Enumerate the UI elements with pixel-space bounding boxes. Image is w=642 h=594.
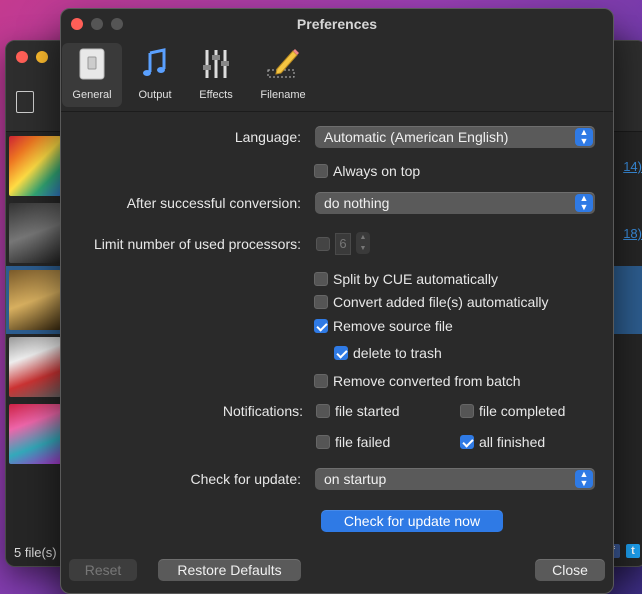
tab-general-label: General	[72, 89, 112, 101]
check-update-now-button[interactable]: Check for update now	[321, 510, 503, 532]
stepper-up-icon[interactable]: ▲	[356, 232, 370, 243]
checkbox-box[interactable]	[460, 404, 474, 418]
delete-trash-label: delete to trash	[353, 345, 442, 361]
music-note-icon	[137, 47, 173, 81]
checkbox-box[interactable]	[314, 374, 328, 388]
convert-added-label: Convert added file(s) automatically	[333, 294, 549, 310]
language-label: Language:	[234, 129, 301, 145]
file-failed-label: file failed	[335, 434, 391, 450]
close-button[interactable]: Close	[535, 559, 605, 581]
title-bar: Preferences	[61, 9, 613, 39]
after-conversion-popup[interactable]: do nothing ▲ ▼	[315, 192, 595, 214]
album-art[interactable]	[9, 270, 61, 330]
checkbox-box[interactable]	[314, 295, 328, 309]
split-cue-label: Split by CUE automatically	[333, 271, 498, 287]
language-popup[interactable]: Automatic (American English) ▲ ▼	[315, 126, 595, 148]
file-completed-label: file completed	[479, 403, 566, 419]
tab-effects[interactable]: Effects	[186, 43, 246, 107]
checkbox-box[interactable]	[314, 272, 328, 286]
remove-converted-label: Remove converted from batch	[333, 373, 521, 389]
album-art[interactable]	[9, 404, 61, 464]
chevron-updown-icon: ▲ ▼	[575, 128, 593, 146]
tab-general[interactable]: General	[62, 43, 122, 107]
file-count-status: 5 file(s)	[14, 545, 57, 560]
check-update-value: on startup	[324, 471, 387, 487]
album-art[interactable]	[9, 337, 61, 397]
stepper-down-icon[interactable]: ▼	[356, 243, 370, 254]
checkbox-box[interactable]	[316, 435, 330, 449]
tab-effects-label: Effects	[199, 89, 233, 101]
bg-minimize-light[interactable]	[36, 51, 48, 63]
language-value: Automatic (American English)	[324, 129, 509, 145]
tab-output[interactable]: Output	[125, 43, 185, 107]
general-icon	[74, 47, 110, 81]
checkbox-box[interactable]	[316, 237, 330, 251]
restore-defaults-button[interactable]: Restore Defaults	[158, 559, 301, 581]
album-art[interactable]	[9, 203, 61, 263]
tab-output-label: Output	[138, 89, 172, 101]
processors-label: Limit number of used processors:	[94, 236, 301, 252]
notifications-label: Notifications:	[222, 403, 303, 419]
after-conversion-value: do nothing	[324, 195, 390, 211]
always-on-top-label: Always on top	[333, 163, 421, 179]
after-conversion-label: After successful conversion:	[126, 195, 301, 211]
processors-stepper[interactable]: ▲ ▼	[356, 232, 370, 254]
checkbox-box[interactable]	[460, 435, 474, 449]
checkbox-box[interactable]	[314, 164, 328, 178]
window-title: Preferences	[296, 16, 378, 32]
processors-count-field[interactable]: 6	[335, 233, 351, 255]
preferences-toolbar: General Output Effects Filename	[61, 39, 613, 112]
track-link[interactable]: 18)	[623, 226, 642, 241]
file-started-label: file started	[335, 403, 400, 419]
tab-filename[interactable]: Filename	[253, 43, 313, 107]
check-update-popup[interactable]: on startup ▲ ▼	[315, 468, 595, 490]
twitter-icon[interactable]: t	[626, 544, 640, 558]
chevron-updown-icon: ▲ ▼	[575, 194, 593, 212]
track-link[interactable]: 14)	[623, 159, 642, 174]
sliders-icon	[198, 47, 234, 81]
preferences-window: Preferences General Output Effects Filen…	[60, 8, 614, 594]
checkbox-box[interactable]	[314, 319, 328, 333]
tab-filename-label: Filename	[260, 89, 306, 101]
pencil-icon	[265, 47, 301, 81]
checkbox-box[interactable]	[316, 404, 330, 418]
album-art[interactable]	[9, 136, 61, 196]
reset-button[interactable]: Reset	[69, 559, 137, 581]
check-update-label: Check for update:	[190, 471, 301, 487]
all-finished-label: all finished	[479, 434, 546, 450]
chevron-updown-icon: ▲ ▼	[575, 470, 593, 488]
checkbox-box[interactable]	[334, 346, 348, 360]
bg-close-light[interactable]	[16, 51, 28, 63]
add-file-icon[interactable]	[16, 91, 34, 113]
remove-source-label: Remove source file	[333, 318, 453, 334]
